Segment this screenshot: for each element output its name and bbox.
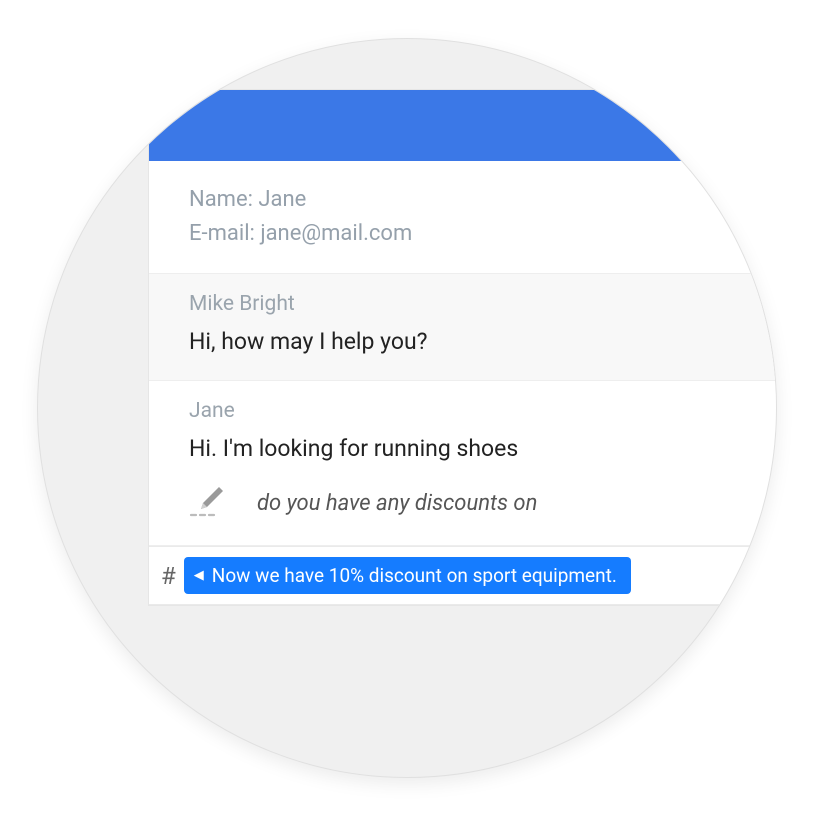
chat-header-title: Chat with Jane <box>667 112 777 139</box>
message-text: Hi. I'm looking for running shoes <box>189 433 777 465</box>
canned-response-chip[interactable]: ◀ Now we have 10% discount on sport equi… <box>184 557 631 594</box>
contact-name-label: Name: <box>189 187 258 212</box>
message-block: Mike Bright Hi, how may I help you? <box>149 274 777 381</box>
message-block: Jane Hi. I'm looking for running shoes d… <box>149 381 777 546</box>
contact-email-label: E-mail: <box>189 221 260 246</box>
typing-text: do you have any discounts on <box>257 491 537 516</box>
contact-name-value: Jane <box>258 187 306 212</box>
circle-frame: Chat with Jane Name: Jane E-mail: jane@m… <box>37 38 777 778</box>
canned-response-bar[interactable]: # ◀ Now we have 10% discount on sport eq… <box>149 546 777 605</box>
contact-email-line: E-mail: jane@mail.com <box>189 217 777 251</box>
chat-header: Chat with Jane <box>149 90 777 161</box>
contact-name-line: Name: Jane <box>189 183 777 217</box>
chevron-left-icon: ◀ <box>194 569 204 582</box>
message-text: Hi, how may I help you? <box>189 326 777 358</box>
chat-panel: Chat with Jane Name: Jane E-mail: jane@m… <box>148 89 777 606</box>
contact-info: Name: Jane E-mail: jane@mail.com <box>149 161 777 274</box>
hash-trigger-icon: # <box>159 562 184 590</box>
message-sender: Jane <box>189 399 777 423</box>
typing-indicator: do you have any discounts on <box>189 483 777 523</box>
message-sender: Mike Bright <box>189 292 777 316</box>
pencil-icon <box>189 483 233 523</box>
canned-response-text: Now we have 10% discount on sport equipm… <box>212 564 617 587</box>
contact-email-value: jane@mail.com <box>260 221 412 246</box>
